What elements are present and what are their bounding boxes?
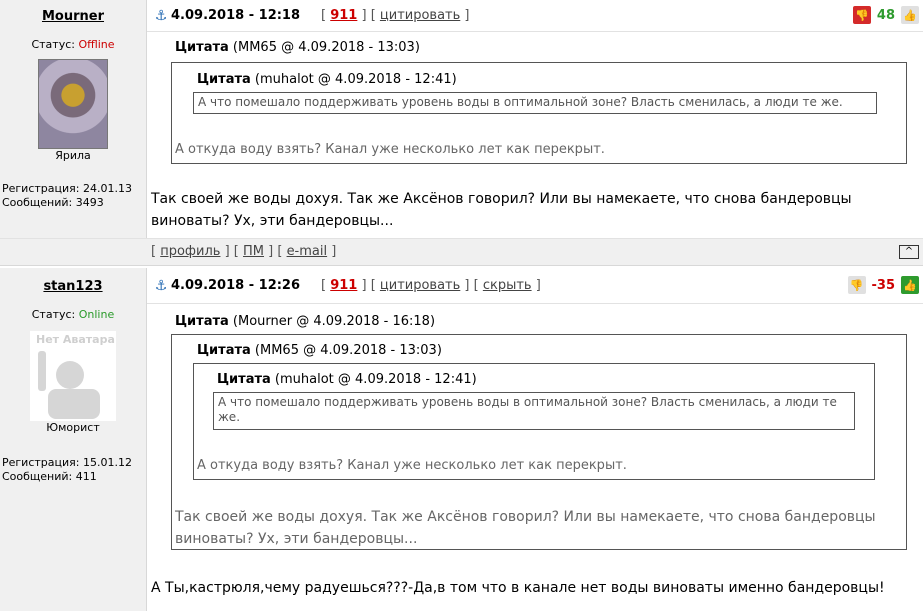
msg-count: Сообщений: 3493 <box>2 196 104 209</box>
rating-2: 👎 -35 👍 <box>847 276 919 294</box>
q3-meta: (muhalot @ 4.09.2018 - 12:41) <box>270 372 477 387</box>
registration: Регистрация: 24.01.13 Сообщений: 3493 <box>0 182 146 210</box>
q2-header: Цитата (MM65 @ 4.09.2018 - 13:03) <box>197 343 442 358</box>
scroll-up-button[interactable]: ^ <box>899 245 919 259</box>
no-avatar-text: Нет Аватара <box>36 333 115 346</box>
quote-box-2: А что помешало поддерживать уровень воды… <box>193 92 877 114</box>
profile-link[interactable]: профиль <box>160 244 220 259</box>
post-2: stan123 Статус: Online Нет Аватара Юмори… <box>0 268 923 611</box>
thumb-up-icon[interactable]: 👍 <box>901 6 919 24</box>
post-main-2: ⚓ 4.09.2018 - 12:26 [ 911 ] [ цитировать… <box>147 268 923 611</box>
anchor-icon[interactable]: ⚓ <box>151 278 171 294</box>
thumb-down-icon[interactable]: 👎 <box>852 6 871 24</box>
rating-value-2: -35 <box>871 277 896 293</box>
post-body-2: А Ты,кастрюля,чему радуешься???-Да,в том… <box>151 580 885 596</box>
quote-2-name: Цитата <box>197 72 251 87</box>
email-link[interactable]: e-mail <box>287 244 328 259</box>
rating: 👎 48 👍 <box>852 6 919 24</box>
quote-link[interactable]: цитировать <box>380 8 460 23</box>
thumb-down-icon[interactable]: 👎 <box>847 276 866 294</box>
post-header: ⚓ 4.09.2018 - 12:18 [ 911 ] [ цитировать… <box>147 0 923 32</box>
quote-header-meta: (MM65 @ 4.09.2018 - 13:03) <box>228 40 420 55</box>
q1-text: Так своей же воды дохуя. Так же Аксёнов … <box>175 509 876 547</box>
pm-link[interactable]: ПМ <box>243 244 264 259</box>
quote-2-text: А что помешало поддерживать уровень воды… <box>198 95 843 109</box>
q2-meta: (MM65 @ 4.09.2018 - 13:03) <box>250 343 442 358</box>
status-offline: Offline <box>78 38 115 51</box>
post-actions: [ 911 ] [ цитировать ] <box>321 8 470 23</box>
user-rank-2: Юморист <box>46 421 100 434</box>
status-online: Online <box>78 308 115 321</box>
username-link-2[interactable]: stan123 <box>0 268 146 294</box>
reg-date-2: Регистрация: 15.01.12 <box>2 456 132 469</box>
post-1-footer: [ профиль ] [ ПМ ] [ e-mail ] ^ <box>0 238 923 266</box>
status-line-2: Статус: Online <box>0 308 146 321</box>
footer-links: [ профиль ] [ ПМ ] [ e-mail ] <box>151 244 337 259</box>
quote-2-header: Цитата (muhalot @ 4.09.2018 - 12:41) <box>197 72 457 87</box>
registration-2: Регистрация: 15.01.12 Сообщений: 411 <box>0 456 146 484</box>
q3-text: А что помешало поддерживать уровень воды… <box>218 395 837 424</box>
status-line: Статус: Offline <box>0 38 146 51</box>
thumb-up-icon[interactable]: 👍 <box>901 276 919 294</box>
username-link[interactable]: Mourner <box>0 0 146 24</box>
status-label: Статус: <box>31 38 79 51</box>
post-body: Так своей же воды дохуя. Так же Аксёнов … <box>151 191 852 229</box>
q3-name: Цитата <box>217 372 271 387</box>
anchor-icon[interactable]: ⚓ <box>151 8 171 24</box>
post-1: Mourner Статус: Offline Ярила Регистраци… <box>0 0 923 266</box>
q3-box: А что помешало поддерживать уровень воды… <box>213 392 855 430</box>
rating-value: 48 <box>876 7 895 23</box>
quote-2-meta: (muhalot @ 4.09.2018 - 12:41) <box>250 72 457 87</box>
status-label-2: Статус: <box>31 308 79 321</box>
q1-name: Цитата <box>175 314 229 329</box>
avatar-placeholder: Нет Аватара <box>30 331 116 421</box>
hide-link[interactable]: скрыть <box>483 278 532 293</box>
post-date-2: 4.09.2018 - 12:26 <box>171 278 301 293</box>
post-main: ⚓ 4.09.2018 - 12:18 [ 911 ] [ цитировать… <box>147 0 923 265</box>
post-date: 4.09.2018 - 12:18 <box>171 8 301 23</box>
quote-header: Цитата (MM65 @ 4.09.2018 - 13:03) <box>171 40 907 55</box>
user-rank: Ярила <box>55 149 91 162</box>
post-number-link[interactable]: 911 <box>330 8 357 23</box>
post-actions-2: [ 911 ] [ цитировать ] [ скрыть ] <box>321 278 541 293</box>
user-panel-2: stan123 Статус: Online Нет Аватара Юмори… <box>0 268 147 611</box>
user-panel: Mourner Статус: Offline Ярила Регистраци… <box>0 0 147 265</box>
post-header-2: ⚓ 4.09.2018 - 12:26 [ 911 ] [ цитировать… <box>147 268 923 304</box>
q2-name: Цитата <box>197 343 251 358</box>
q3-header: Цитата (muhalot @ 4.09.2018 - 12:41) <box>217 372 477 387</box>
q1-header: Цитата (Mourner @ 4.09.2018 - 16:18) <box>175 314 435 329</box>
avatar <box>38 59 108 149</box>
post-number-link-2[interactable]: 911 <box>330 278 357 293</box>
q1-meta: (Mourner @ 4.09.2018 - 16:18) <box>228 314 436 329</box>
quote-header-name: Цитата <box>175 40 229 55</box>
reg-date: Регистрация: 24.01.13 <box>2 182 132 195</box>
msg-count-2: Сообщений: 411 <box>2 470 97 483</box>
q2-text: А откуда воду взять? Канал уже несколько… <box>197 458 627 473</box>
quote-1-text: А откуда воду взять? Канал уже несколько… <box>175 142 605 157</box>
quote-link-2[interactable]: цитировать <box>380 278 460 293</box>
